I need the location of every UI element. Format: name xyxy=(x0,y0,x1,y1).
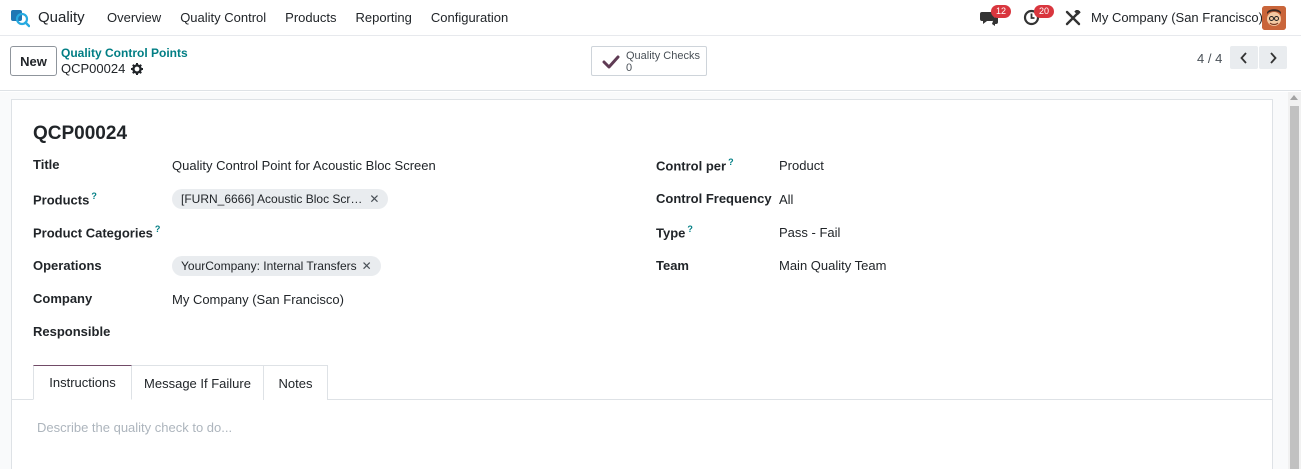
title-field[interactable]: Quality Control Point for Acoustic Bloc … xyxy=(172,158,436,173)
operations-label: Operations xyxy=(33,258,102,273)
quality-app-icon[interactable] xyxy=(10,8,30,28)
product-categories-field[interactable] xyxy=(172,222,612,242)
product-tag-label: [FURN_6666] Acoustic Bloc Scr… xyxy=(181,192,363,206)
remove-tag-icon[interactable]: ✕ xyxy=(362,259,372,273)
tab-notes[interactable]: Notes xyxy=(263,365,328,400)
smart-button-label: Quality Checks xyxy=(626,50,700,62)
control-per-field[interactable]: Product xyxy=(779,158,824,173)
team-label: Team xyxy=(656,258,689,273)
products-label: Products? xyxy=(33,191,97,208)
top-navbar: Quality Overview Quality Control Product… xyxy=(0,0,1301,36)
menu-reporting[interactable]: Reporting xyxy=(355,10,411,25)
control-frequency-label: Control Frequency xyxy=(656,191,772,206)
tab-message-if-failure[interactable]: Message If Failure xyxy=(131,365,264,400)
quality-checks-smart-button[interactable]: Quality Checks 0 xyxy=(591,46,707,76)
help-icon[interactable]: ? xyxy=(687,224,693,234)
smart-button-count: 0 xyxy=(626,62,633,74)
control-panel: New Quality Control Points QCP00024 Qual… xyxy=(0,37,1301,91)
form-sheet xyxy=(11,99,1273,469)
control-frequency-field[interactable]: All xyxy=(779,192,793,207)
product-tag[interactable]: [FURN_6666] Acoustic Bloc Scr… ✕ xyxy=(172,189,389,209)
breadcrumb-quality-control-points[interactable]: Quality Control Points xyxy=(61,46,188,60)
breadcrumb-current-record: QCP00024 xyxy=(61,61,144,76)
tab-instructions[interactable]: Instructions xyxy=(33,365,132,400)
user-avatar[interactable] xyxy=(1262,6,1286,30)
operation-tag[interactable]: YourCompany: Internal Transfers ✕ xyxy=(172,256,381,276)
app-name[interactable]: Quality xyxy=(38,9,85,26)
help-icon[interactable]: ? xyxy=(728,157,734,167)
chevron-left-icon xyxy=(1240,51,1247,64)
activities-button[interactable]: 20 xyxy=(1023,5,1055,29)
menu-quality-control[interactable]: Quality Control xyxy=(180,10,266,25)
debug-tools-icon[interactable] xyxy=(1065,10,1081,26)
operation-tag-label: YourCompany: Internal Transfers xyxy=(181,259,357,273)
check-icon xyxy=(602,55,620,69)
messages-badge: 12 xyxy=(991,5,1011,18)
scrollbar-thumb[interactable] xyxy=(1290,106,1299,469)
remove-tag-icon[interactable]: ✕ xyxy=(369,192,379,206)
team-field[interactable]: Main Quality Team xyxy=(779,258,886,273)
company-field[interactable]: My Company (San Francisco) xyxy=(172,292,344,307)
pager-value[interactable]: 4 / 4 xyxy=(1197,51,1222,66)
instructions-editor[interactable]: Describe the quality check to do... xyxy=(37,420,232,435)
messages-button[interactable]: 12 xyxy=(980,5,1011,29)
type-field[interactable]: Pass - Fail xyxy=(779,225,840,240)
responsible-field[interactable] xyxy=(172,322,612,342)
new-button[interactable]: New xyxy=(10,46,57,76)
gear-icon[interactable] xyxy=(131,62,144,75)
menu-configuration[interactable]: Configuration xyxy=(431,10,508,25)
main-menu: Overview Quality Control Products Report… xyxy=(107,10,527,25)
scrollbar-up-arrow[interactable] xyxy=(1290,95,1298,100)
company-switcher[interactable]: My Company (San Francisco) xyxy=(1091,10,1263,25)
activities-badge: 20 xyxy=(1034,5,1054,18)
avatar-face-icon xyxy=(1262,6,1286,30)
title-label: Title xyxy=(33,157,60,172)
product-categories-label: Product Categories? xyxy=(33,224,161,241)
menu-products[interactable]: Products xyxy=(285,10,336,25)
responsible-label: Responsible xyxy=(33,324,111,339)
record-title: QCP00024 xyxy=(33,123,128,144)
breadcrumb-record-name: QCP00024 xyxy=(61,61,126,76)
pager-next-button[interactable] xyxy=(1259,46,1287,69)
type-label: Type? xyxy=(656,224,693,241)
help-icon[interactable]: ? xyxy=(91,191,97,201)
chevron-right-icon xyxy=(1270,51,1277,64)
control-per-label: Control per? xyxy=(656,157,734,174)
menu-overview[interactable]: Overview xyxy=(107,10,161,25)
help-icon[interactable]: ? xyxy=(155,224,161,234)
pager-previous-button[interactable] xyxy=(1230,46,1258,69)
company-label: Company xyxy=(33,291,93,306)
